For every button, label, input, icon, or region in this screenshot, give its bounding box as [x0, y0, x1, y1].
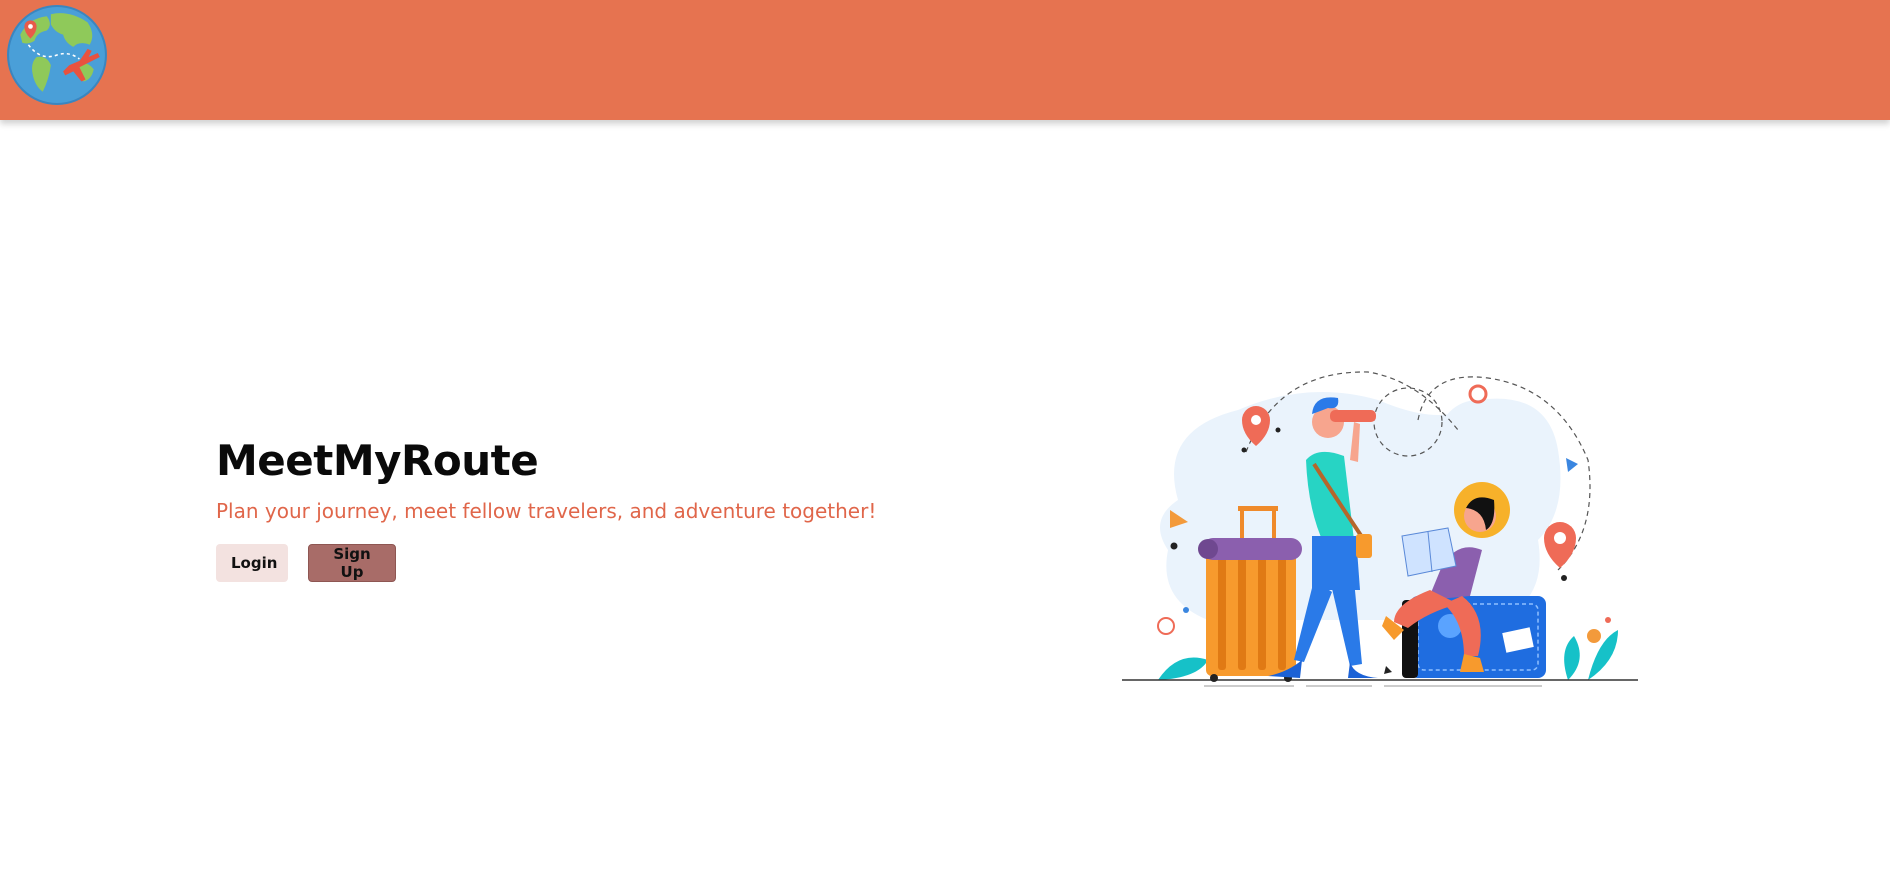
- app-title: MeetMyRoute: [216, 436, 539, 485]
- travelers-illustration: [1122, 371, 1638, 687]
- hero-section: MeetMyRoute Plan your journey, meet fell…: [216, 436, 976, 582]
- top-header: [0, 0, 1890, 120]
- app-tagline: Plan your journey, meet fellow travelers…: [216, 499, 877, 523]
- auth-buttons: Login Sign Up: [216, 544, 976, 582]
- login-button[interactable]: Login: [216, 544, 288, 582]
- globe-airplane-icon[interactable]: [6, 4, 108, 106]
- signup-button[interactable]: Sign Up: [308, 544, 396, 582]
